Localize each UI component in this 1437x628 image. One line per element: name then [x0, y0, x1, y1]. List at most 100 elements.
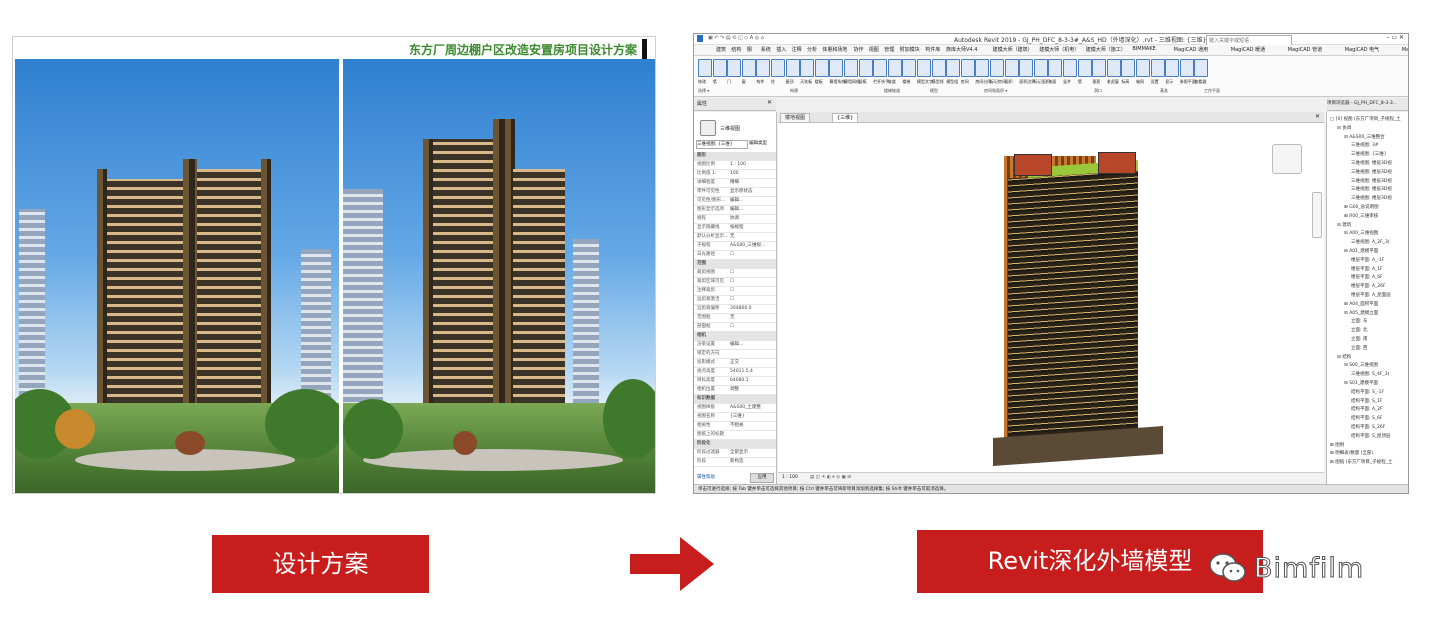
property-value[interactable]: A&S00_土建整: [730, 404, 761, 412]
ribbon-button-18-icon[interactable]: [960, 59, 975, 77]
properties-help-link[interactable]: 属性帮助: [697, 474, 715, 480]
property-value[interactable]: 100: [730, 170, 739, 178]
ribbon-button-24-icon[interactable]: [1048, 59, 1063, 77]
property-value[interactable]: 304800.0: [730, 305, 751, 313]
property-value[interactable]: {三维}: [730, 413, 745, 421]
browser-tree-item[interactable]: ⊟ A&S00_三维整合: [1344, 134, 1385, 140]
tab-menu-6[interactable]: 分析: [807, 46, 817, 53]
property-value[interactable]: 无: [730, 233, 735, 241]
ribbon-button-1-icon[interactable]: [712, 59, 727, 77]
property-value[interactable]: ☐: [730, 287, 734, 295]
browser-tree-item[interactable]: 立面: 西: [1351, 345, 1367, 351]
tab-menu-22[interactable]: MagiCAD 原理图: [1402, 46, 1408, 53]
browser-tree-item[interactable]: ⊟ A05_建模立面: [1344, 310, 1378, 316]
property-value[interactable]: ☐: [730, 251, 734, 259]
browser-tree-item[interactable]: 结构平面: S_-1F: [1351, 389, 1384, 395]
browser-tree-item[interactable]: ⊞ G00_总说明图: [1344, 204, 1379, 210]
ribbon-button-21-icon[interactable]: [1004, 59, 1019, 77]
property-value[interactable]: ☐: [730, 278, 734, 286]
browser-tree-item[interactable]: 三维视图: 3#: [1351, 142, 1379, 148]
ribbon-button-12-icon[interactable]: [873, 59, 888, 77]
ribbon-button-5-icon[interactable]: [771, 59, 785, 77]
property-value[interactable]: 全部显示: [730, 449, 748, 457]
browser-tree-item[interactable]: ⊟ S00_三维视图: [1344, 362, 1378, 368]
tab-level-view[interactable]: 楼地视图: [780, 113, 811, 123]
property-value[interactable]: 协调: [730, 215, 739, 223]
browser-tree-item[interactable]: 楼层平面: A_1F: [1351, 266, 1383, 272]
tab-menu-12[interactable]: 构件库: [925, 46, 940, 53]
ribbon-button-33-icon[interactable]: [1179, 59, 1194, 77]
ribbon-button-20-icon[interactable]: [990, 59, 1004, 77]
property-value[interactable]: 调整: [730, 386, 739, 394]
browser-tree-item[interactable]: ⊞ 明细表/数量 (全部): [1330, 450, 1373, 456]
model-building[interactable]: [1008, 169, 1138, 465]
view-control-icons[interactable]: ▤ ◫ ☀ ◐ ⌖ ◎ ▣ ⊟: [810, 473, 851, 483]
ribbon-button-32-icon[interactable]: [1165, 59, 1180, 77]
property-value[interactable]: 显示原状态: [730, 188, 753, 196]
ribbon-button-31-icon[interactable]: [1150, 59, 1165, 77]
property-value[interactable]: 编辑...: [730, 206, 743, 214]
close-icon[interactable]: ✕: [767, 99, 772, 106]
browser-tree-item[interactable]: 立面: 东: [1351, 318, 1367, 324]
browser-tree-item[interactable]: ⊟ A01_建模平面: [1344, 248, 1378, 254]
ribbon-button-14-icon[interactable]: [902, 59, 917, 77]
ribbon-button-16-icon[interactable]: [931, 59, 946, 77]
tab-menu-3[interactable]: 系统: [761, 46, 771, 53]
property-value[interactable]: 无: [730, 314, 735, 322]
ribbon-button-6-icon[interactable]: [785, 59, 800, 77]
property-value[interactable]: ☐: [730, 323, 734, 331]
ribbon-button-28-icon[interactable]: [1106, 59, 1121, 77]
property-group-header[interactable]: 标识数据: [694, 395, 776, 404]
property-value[interactable]: 按规程: [730, 224, 744, 232]
tab-menu-0[interactable]: 建筑: [716, 46, 726, 53]
tab-menu-16[interactable]: 建模大师（施工）: [1086, 46, 1126, 53]
property-value[interactable]: 64080.1: [730, 377, 749, 385]
ribbon-button-19-icon[interactable]: [975, 59, 990, 77]
tab-menu-18[interactable]: MagiCAD 通用: [1174, 46, 1208, 53]
apply-button[interactable]: 应用: [750, 473, 774, 483]
ribbon-button-0-icon[interactable]: [698, 59, 712, 77]
drawing-area[interactable]: 主模型: [778, 112, 1324, 480]
ribbon-button-4-icon[interactable]: [756, 59, 771, 77]
browser-tree-item[interactable]: 楼层平面: A_26F: [1351, 283, 1386, 289]
ribbon-button-8-icon[interactable]: [814, 59, 829, 77]
property-value[interactable]: ☐: [730, 296, 734, 304]
browser-tree-item[interactable]: 楼层平面: A_6F: [1351, 274, 1383, 280]
ribbon-button-26-icon[interactable]: [1077, 59, 1092, 77]
ribbon-button-29-icon[interactable]: [1121, 59, 1136, 77]
tab-menu-9[interactable]: 视图: [869, 46, 879, 53]
property-value[interactable]: A&S00_三维视...: [730, 242, 765, 250]
ribbon-button-9-icon[interactable]: [829, 59, 844, 77]
browser-tree-item[interactable]: 结构平面: S_26F: [1351, 424, 1385, 430]
ribbon-button-11-icon[interactable]: [858, 59, 873, 77]
tab-menu-13[interactable]: 族库大师V4.4: [946, 46, 977, 53]
ribbon-button-27-icon[interactable]: [1092, 59, 1107, 77]
property-value[interactable]: 1 : 100: [730, 161, 746, 169]
browser-tree-item[interactable]: ⊞ 图例: [1330, 442, 1344, 448]
quick-access-toolbar[interactable]: ▣ ↶ ↷ ▤ ⟲ ◱ ◇ A ◎ ⌂: [708, 35, 764, 41]
browser-tree-item[interactable]: ⊞ R00_三维审核: [1344, 213, 1378, 219]
tab-menu-14[interactable]: 建模大师（建筑）: [993, 46, 1033, 53]
tab-menu-15[interactable]: 建模大师（机电）: [1039, 46, 1079, 53]
tab-menu-20[interactable]: MagiCAD 管道: [1288, 46, 1322, 53]
property-value[interactable]: 54011.5.4: [730, 368, 753, 376]
ribbon-button-30-icon[interactable]: [1136, 59, 1150, 77]
ribbon-button-15-icon[interactable]: [917, 59, 931, 77]
browser-tree-item[interactable]: ⊟ 结构: [1337, 354, 1351, 360]
property-group-header[interactable]: 相机: [694, 332, 776, 341]
ribbon-button-10-icon[interactable]: [844, 59, 858, 77]
tab-menu-7[interactable]: 体量和场地: [822, 46, 847, 53]
ribbon-button-13-icon[interactable]: [887, 59, 902, 77]
tab-menu-17[interactable]: BIMMAKE: [1132, 46, 1155, 52]
browser-tree-item[interactable]: 三维视图: 楼层3D视: [1351, 169, 1392, 175]
property-value[interactable]: 正交: [730, 359, 739, 367]
browser-tree-item[interactable]: 三维视图: 楼层3D视: [1351, 178, 1392, 184]
browser-tree-item[interactable]: 三维视图: A_2F_3(: [1351, 239, 1390, 245]
browser-tree-item[interactable]: ⊞ A04_面积平面: [1344, 301, 1378, 307]
property-value[interactable]: 精细: [730, 179, 739, 187]
property-group-header[interactable]: 范围: [694, 260, 776, 269]
ribbon-button-23-icon[interactable]: [1033, 59, 1048, 77]
browser-tree-item[interactable]: 立面: 南: [1351, 336, 1367, 342]
browser-tree-item[interactable]: 三维视图: 楼层3D视: [1351, 195, 1392, 201]
view-selector-dropdown[interactable]: 三维视图: {三维}: [696, 140, 748, 149]
